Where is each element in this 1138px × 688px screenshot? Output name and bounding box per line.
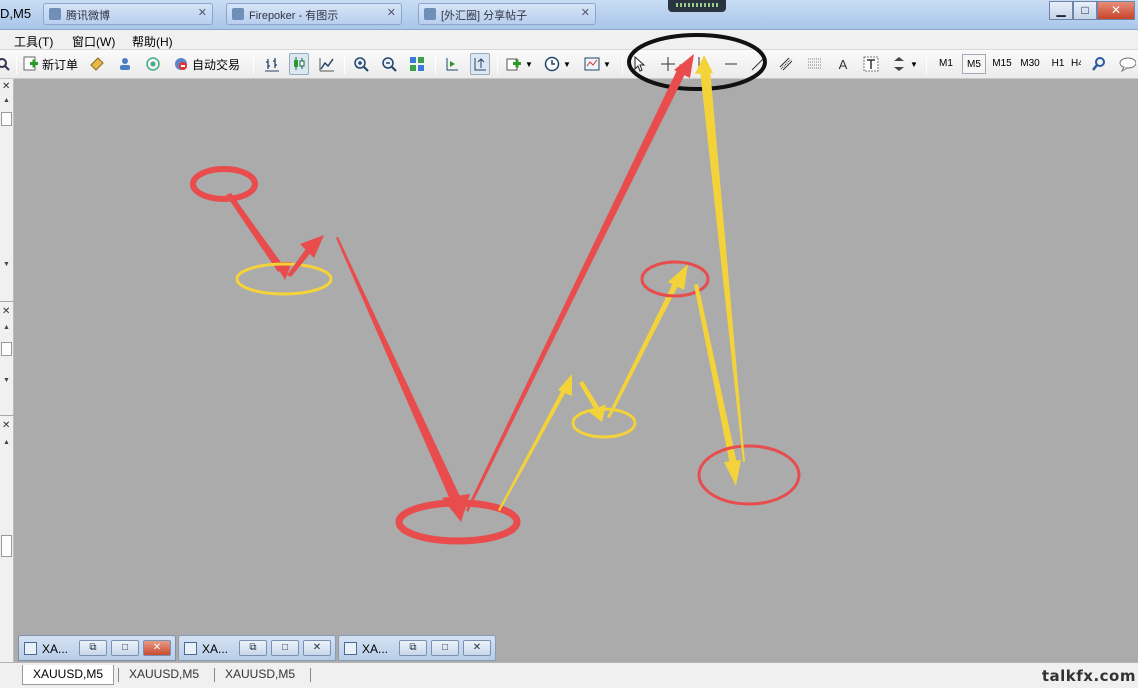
annotation-black-circle bbox=[627, 33, 767, 91]
app-window: D,M5 腾讯微博 ✕ Firepoker - 有图示 ✕ [外汇圈] 分享帖子… bbox=[0, 0, 1138, 688]
close-button[interactable]: ✕ bbox=[143, 640, 171, 656]
annotation-yellow-arrow bbox=[498, 384, 569, 511]
annotation-yellow-arrow bbox=[607, 277, 681, 418]
maximize-button[interactable]: □ bbox=[271, 640, 299, 656]
annotation-red-arrow bbox=[226, 193, 285, 272]
chart-tab-3[interactable]: XAUUSD,M5 bbox=[215, 665, 305, 685]
minimized-chart-window-1[interactable]: XA... ⧉ □ ✕ bbox=[18, 635, 176, 661]
restore-button[interactable]: ⧉ bbox=[399, 640, 427, 656]
maximize-button[interactable]: □ bbox=[111, 640, 139, 656]
annotation-yellow-arrowhead bbox=[668, 264, 688, 290]
annotation-red-arrow bbox=[466, 64, 688, 512]
maximize-button[interactable]: □ bbox=[431, 640, 459, 656]
annotation-yellow-arrowhead bbox=[558, 374, 572, 396]
annotation-yellow-arrowhead bbox=[724, 460, 741, 486]
chart-tab-strip: XAUUSD,M5 XAUUSD,M5 XAUUSD,M5 talkfx.com bbox=[0, 662, 1138, 688]
minimized-window-title: XA... bbox=[362, 642, 389, 656]
annotation-red-arrow bbox=[336, 237, 465, 511]
chart-window-icon bbox=[344, 642, 357, 655]
annotation-red-circle bbox=[697, 444, 801, 506]
close-button[interactable]: ✕ bbox=[303, 640, 331, 656]
chart-tab-2[interactable]: XAUUSD,M5 bbox=[119, 665, 209, 685]
chart-window-icon bbox=[184, 642, 197, 655]
annotation-overlay bbox=[190, 33, 801, 545]
annotation-yellow-circle bbox=[571, 407, 637, 439]
annotation-red-arrowhead bbox=[442, 494, 470, 522]
annotation-red-circle bbox=[190, 166, 258, 202]
watermark: talkfx.com bbox=[1041, 667, 1136, 685]
minimized-window-title: XA... bbox=[42, 642, 69, 656]
minimized-chart-window-2[interactable]: XA... ⧉ □ ✕ bbox=[178, 635, 336, 661]
chart-tab-1[interactable]: XAUUSD,M5 bbox=[22, 665, 115, 685]
restore-button[interactable]: ⧉ bbox=[239, 640, 267, 656]
annotation-yellow-arrowhead bbox=[695, 55, 713, 74]
minimized-chart-window-3[interactable]: XA... ⧉ □ ✕ bbox=[338, 635, 496, 661]
chart-window-icon bbox=[24, 642, 37, 655]
minimized-window-title: XA... bbox=[202, 642, 229, 656]
restore-button[interactable]: ⧉ bbox=[79, 640, 107, 656]
close-button[interactable]: ✕ bbox=[463, 640, 491, 656]
